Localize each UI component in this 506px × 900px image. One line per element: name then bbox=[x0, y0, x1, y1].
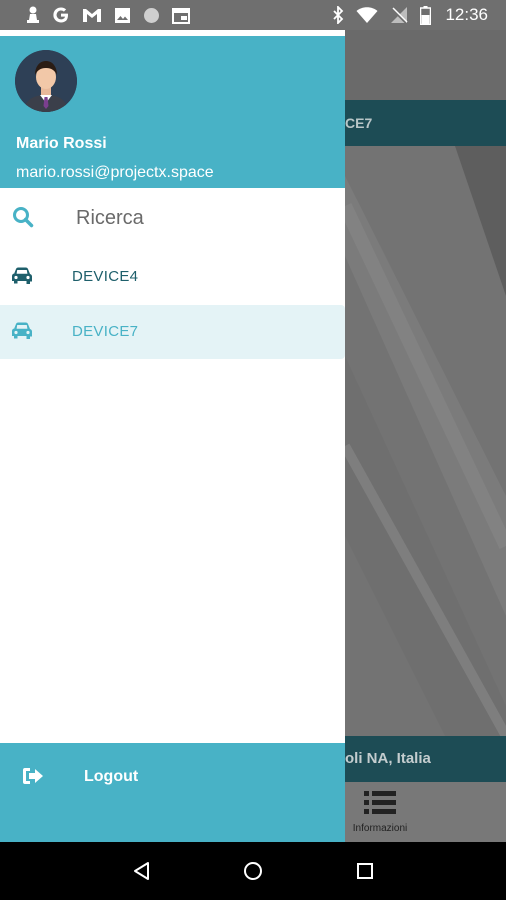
calendar-icon bbox=[172, 7, 190, 24]
circle-icon bbox=[143, 7, 160, 24]
chess-pawn-icon bbox=[26, 6, 40, 24]
status-left-icons bbox=[26, 6, 190, 24]
wifi-icon bbox=[356, 6, 378, 24]
gmail-icon bbox=[82, 7, 102, 23]
back-icon[interactable] bbox=[121, 851, 161, 891]
bg-bottom-bar: Informazioni bbox=[345, 782, 506, 842]
car-icon bbox=[11, 266, 33, 291]
bg-device-header: CE7 bbox=[345, 100, 506, 146]
bg-toolbar bbox=[345, 30, 506, 100]
bg-info-label: Informazioni bbox=[352, 823, 408, 834]
google-icon bbox=[52, 6, 70, 24]
image-icon bbox=[114, 7, 131, 24]
bg-map bbox=[345, 146, 506, 739]
status-bar: 12:36 bbox=[0, 0, 506, 30]
user-name: Mario Rossi bbox=[16, 135, 107, 152]
device-list-item[interactable]: DEVICE4 bbox=[0, 250, 345, 304]
drawer-header: Mario Rossi mario.rossi@projectx.space bbox=[0, 30, 345, 188]
status-right-icons: 12:36 bbox=[332, 5, 488, 25]
device-label: DEVICE4 bbox=[72, 268, 139, 285]
avatar[interactable] bbox=[15, 50, 77, 112]
drawer-footer: Logout bbox=[0, 743, 345, 842]
logout-button[interactable]: Logout bbox=[0, 743, 345, 813]
status-time: 12:36 bbox=[445, 5, 488, 24]
search-input[interactable] bbox=[76, 202, 326, 234]
list-icon bbox=[364, 790, 396, 823]
system-nav-bar bbox=[0, 842, 506, 900]
device-label: DEVICE7 bbox=[72, 323, 139, 340]
logout-icon bbox=[22, 766, 46, 791]
bg-address-bar: oli NA, Italia bbox=[345, 736, 506, 782]
logout-label: Logout bbox=[84, 768, 139, 785]
user-email: mario.rossi@projectx.space bbox=[16, 164, 214, 181]
no-signal-icon bbox=[390, 6, 408, 24]
battery-icon bbox=[420, 5, 432, 25]
bluetooth-icon bbox=[332, 6, 344, 24]
background-app: CE7 oli NA, Italia Informazioni bbox=[345, 30, 506, 842]
search-icon bbox=[12, 206, 34, 233]
home-icon[interactable] bbox=[233, 851, 273, 891]
search-row bbox=[0, 188, 345, 248]
device-list-item-selected[interactable]: DEVICE7 bbox=[0, 305, 345, 359]
bg-info-tab: Informazioni bbox=[345, 782, 415, 842]
car-icon bbox=[11, 321, 33, 346]
navigation-drawer: Mario Rossi mario.rossi@projectx.space D… bbox=[0, 30, 345, 842]
recents-icon[interactable] bbox=[345, 851, 385, 891]
